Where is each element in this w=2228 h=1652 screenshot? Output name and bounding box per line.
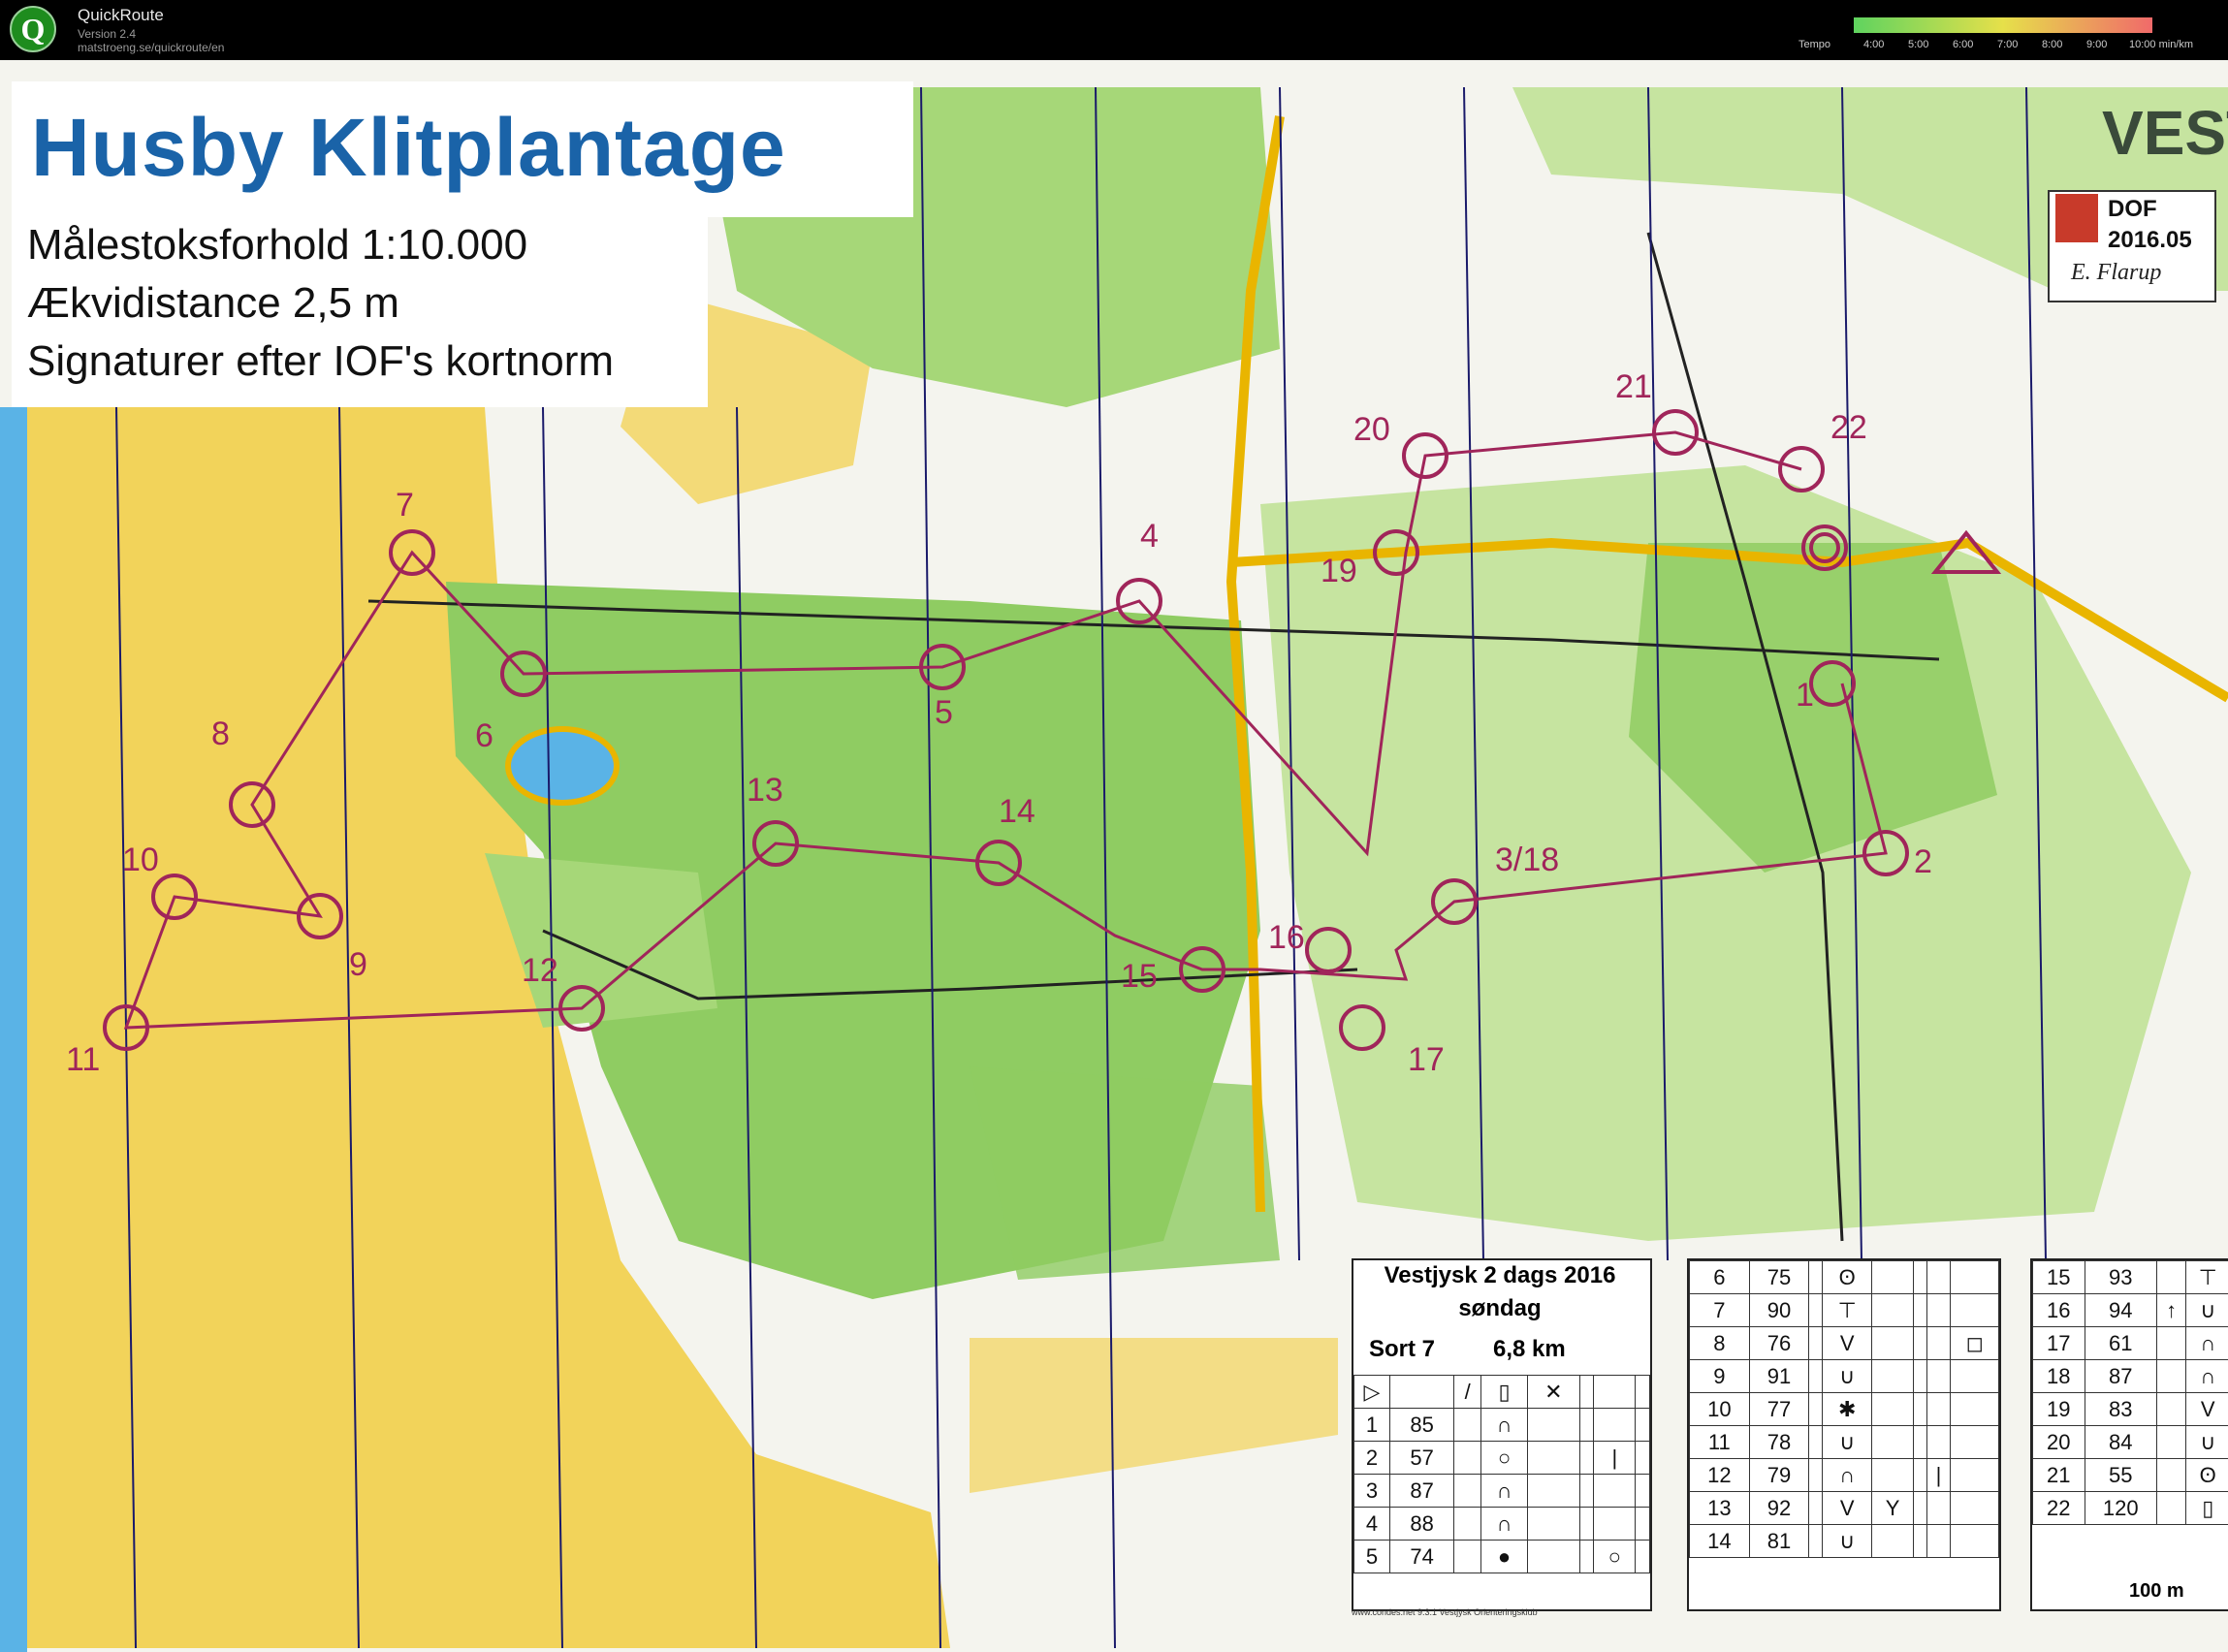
control-label: 12 [522,952,558,989]
description-day: søndag [1458,1295,1542,1321]
dof-signature: E. Flarup [2071,260,2162,285]
desc-row: 16 94 ↑ ∪ [2032,1293,2228,1327]
control-label: 11 [66,1041,101,1078]
control-label: 7 [396,487,414,524]
desc-code: 74 [1388,1540,1455,1573]
map-title: Husby Klitplantage [31,102,786,193]
desc-row: 9 91 ∪ [1689,1359,1999,1393]
app-version: Version 2.4 [78,27,137,41]
tempo-color-scale [1854,17,2152,33]
desc-num: 4 [1353,1507,1390,1541]
control-label: 19 [1321,553,1357,589]
description-title: Vestjysk 2 dags 2016 [1384,1262,1616,1288]
control-label: 20 [1353,411,1390,448]
app-titlebar: Q QuickRoute Version 2.4 matstroeng.se/q… [0,0,2228,60]
control-label: 1 [1796,677,1814,714]
map-scale-text: Målestoksforhold 1:10.000 [27,221,528,269]
map-corner-label: VEST [2102,98,2228,168]
control-label: 10 [122,842,159,878]
control-label: 8 [211,715,230,752]
control-description-panel-3: 15 93 ⊤ 16 94 ↑ ∪ 17 61 ∩ 18 87 ∩ 19 83 V 20 84 ∪ 21 5… [2030,1258,2228,1611]
desc-row: 14 81 ∪ [1689,1524,1999,1558]
control-label: 6 [475,717,493,754]
desc-row: 4 88 ∩ [1353,1507,1650,1541]
map-norm-text: Signaturer efter IOF's kortnorm [27,337,615,385]
control-label: 17 [1408,1041,1445,1078]
control-label: 2 [1914,843,1932,880]
desc-num: 1 [1353,1408,1390,1442]
desc-row: 2 57 ○ | [1353,1441,1650,1475]
control-label: 21 [1615,368,1652,405]
description-length: 6,8 km [1493,1336,1566,1362]
tempo-tick: 6:00 [1953,39,1974,50]
desc-code: 85 [1388,1408,1455,1442]
tempo-tick: 7:00 [1997,39,2019,50]
tempo-label: Tempo [1798,39,1831,50]
desc-row: 10 77 ✱ [1689,1392,1999,1426]
desc-row: 7 90 ⊤ [1689,1293,1999,1327]
tempo-tick: 10:00 min/km [2129,39,2194,50]
finish-distance-label: 100 m [2129,1580,2184,1602]
tempo-tick: 5:00 [1908,39,1929,50]
desc-row: 19 83 V [2032,1392,2228,1426]
dof-year: 2016.05 [2108,227,2192,253]
app-title: QuickRoute [78,6,164,24]
dof-org: DOF [2108,196,2157,222]
control-label: 3/18 [1495,842,1560,878]
desc-row: 6 75 ʘ [1689,1260,1999,1294]
desc-row: 18 87 ∩ [2032,1359,2228,1393]
desc-row: 21 55 ʘ [2032,1458,2228,1492]
tempo-tick: 4:00 [1863,39,1885,50]
control-label: 5 [935,694,953,731]
control-label: 16 [1268,919,1305,956]
map-contour-text: Ækvidistance 2,5 m [27,279,399,327]
control-label: 15 [1121,958,1158,995]
desc-row: 13 92 V Y [1689,1491,1999,1525]
control-label: 14 [999,793,1035,830]
desc-num: 3 [1353,1474,1390,1508]
desc-num: 2 [1353,1441,1390,1475]
desc-row: 15 93 ⊤ [2032,1260,2228,1294]
desc-row: 8 76 V ◻ [1689,1326,1999,1360]
description-footer: www.condes.net 9.3.1 Vestjysk Orienterin… [1352,1607,1538,1617]
desc-row: 20 84 ∪ [2032,1425,2228,1459]
quickroute-logo-icon: Q [10,6,56,52]
desc-row: 22 120 ▯ [2032,1491,2228,1525]
app-url[interactable]: matstroeng.se/quickroute/en [78,41,224,54]
control-label: 9 [349,946,367,983]
desc-num: 5 [1353,1540,1390,1573]
desc-row: 3 87 ∩ [1353,1474,1650,1508]
tempo-tick: 9:00 [2086,39,2108,50]
description-course: Sort 7 [1369,1336,1436,1362]
desc-row: 5 74 ● ○ [1353,1540,1650,1573]
desc-row: 1 85 ∩ [1353,1408,1650,1442]
desc-row: 11 78 ∪ [1689,1425,1999,1459]
desc-code: 88 [1388,1507,1455,1541]
control-label: 13 [747,772,783,809]
desc-code: 57 [1388,1441,1455,1475]
desc-code: 87 [1388,1474,1455,1508]
desc-row: 17 61 ∩ [2032,1326,2228,1360]
desc-row: 12 79 ∩ | [1689,1458,1999,1492]
dof-emblem-icon [2055,194,2098,242]
control-description-panel-2: 6 75 ʘ 7 90 ⊤ 8 76 V ◻ 9 91 ∪ 10 77 ✱ 11 78 ∪ 12 79 ∩ | … [1687,1258,2001,1611]
control-label: 4 [1140,518,1159,555]
tempo-tick: 8:00 [2042,39,2063,50]
control-label: 22 [1830,409,1867,446]
